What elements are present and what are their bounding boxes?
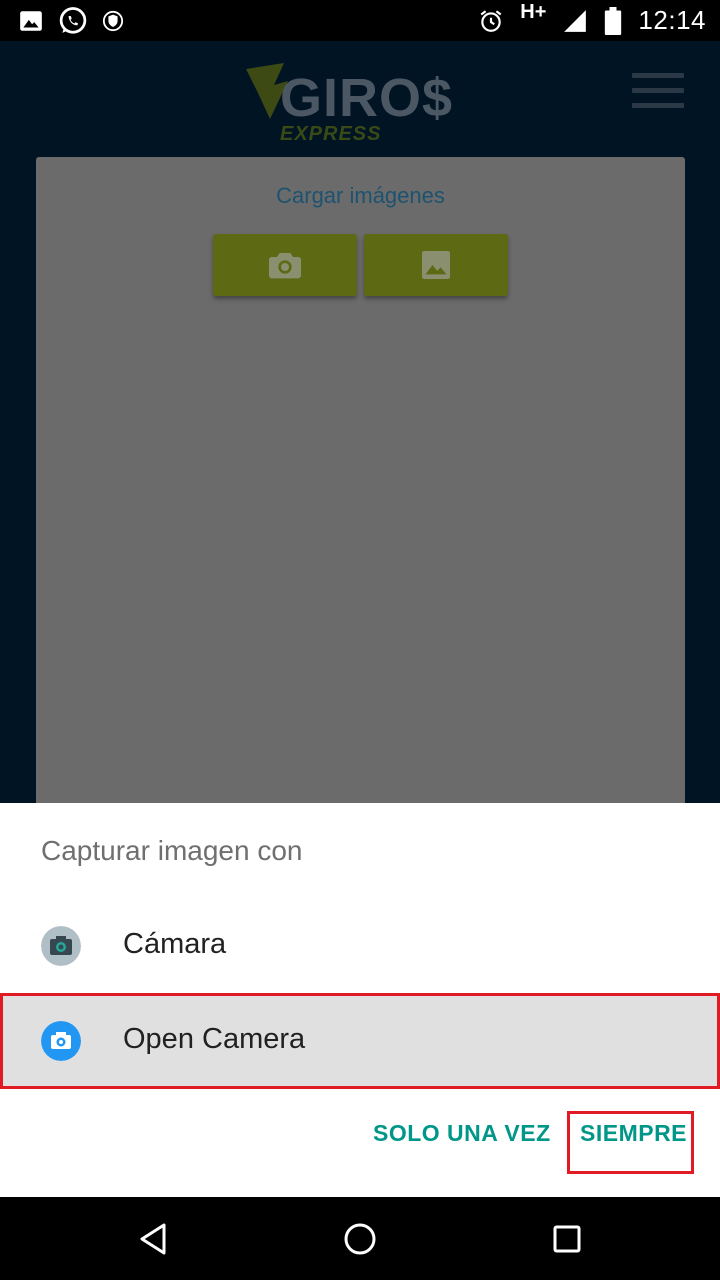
logo-text: GIRO$ xyxy=(280,68,454,128)
take-photo-button[interactable] xyxy=(213,234,357,296)
camera-app-icon xyxy=(41,926,81,966)
battery-icon xyxy=(605,6,622,35)
app-background: GIRO$ EXPRESS Cargar imágenes xyxy=(0,41,720,817)
camera-icon xyxy=(269,253,301,279)
image-icon xyxy=(422,251,450,279)
recents-icon[interactable] xyxy=(543,1215,591,1263)
network-type: H+ xyxy=(520,1,547,23)
choose-image-button[interactable] xyxy=(364,234,508,296)
upload-title: Cargar imágenes xyxy=(276,183,445,208)
upload-card: Cargar imágenes xyxy=(36,157,685,817)
status-bar: H+ 12:14 xyxy=(0,0,720,41)
alarm-icon xyxy=(480,9,502,32)
navigation-bar xyxy=(0,1197,720,1280)
open-camera-icon xyxy=(41,1021,81,1061)
whatsapp-icon xyxy=(59,7,87,34)
just-once-button[interactable]: SOLO UNA VEZ xyxy=(373,1120,551,1147)
app-option-camara[interactable]: Cámara xyxy=(0,898,720,994)
giros-express-logo: GIRO$ EXPRESS xyxy=(244,59,454,145)
signal-icon xyxy=(564,9,587,32)
home-icon[interactable] xyxy=(336,1215,384,1263)
gallery-notification-icon xyxy=(20,11,42,31)
back-icon[interactable] xyxy=(130,1215,178,1263)
app-chooser-sheet: Capturar imagen con Cámara Open Camera S… xyxy=(0,803,720,1197)
app-option-open-camera[interactable]: Open Camera xyxy=(0,993,720,1089)
clock: 12:14 xyxy=(638,5,706,35)
always-button[interactable]: SIEMPRE xyxy=(580,1120,687,1147)
app-label-camara: Cámara xyxy=(123,928,227,960)
system-icons: H+ 12:14 xyxy=(478,0,706,41)
shield-icon xyxy=(102,10,124,32)
menu-icon[interactable] xyxy=(632,73,684,109)
sheet-title: Capturar imagen con xyxy=(41,835,303,866)
notification-icons xyxy=(18,6,124,36)
logo-subtext: EXPRESS xyxy=(280,123,382,145)
app-label-open-camera: Open Camera xyxy=(123,1023,306,1055)
